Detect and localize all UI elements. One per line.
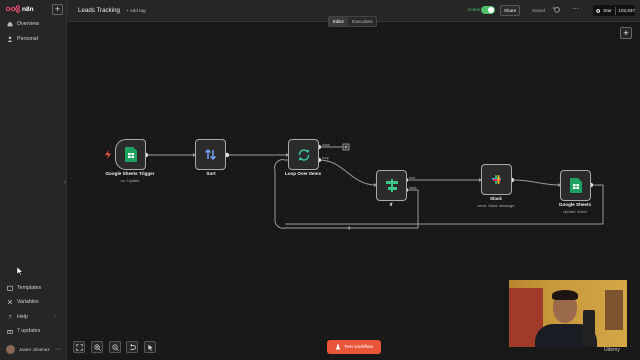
mouse-cursor-icon [17, 267, 23, 275]
node-subtitle: on: Update [120, 178, 140, 183]
undo-icon [129, 343, 136, 350]
arrow-head [347, 226, 350, 230]
node-sort[interactable] [195, 139, 226, 170]
presenter-webcam [509, 280, 627, 347]
node-slack[interactable] [481, 164, 512, 195]
node-google-sheets-trigger[interactable] [115, 139, 146, 170]
if-branch-icon [385, 179, 398, 192]
node-label: If [389, 202, 393, 207]
node-google-sheets[interactable] [560, 170, 591, 201]
test-workflow-button[interactable]: Test workflow [327, 340, 381, 354]
n8n-editor-app: n8n + Overview Personal Templates Variab… [0, 0, 640, 360]
trigger-bolt-icon [105, 150, 111, 159]
zoom-out-button[interactable] [109, 341, 121, 353]
connection-slack-sheets [511, 179, 561, 186]
node-subtitle: send: Slack message [477, 203, 515, 208]
node-label: Loop Over Items [284, 171, 322, 176]
node-subtitle: update: sheet [563, 209, 587, 214]
test-workflow-label: Test workflow [344, 344, 373, 350]
node-label: Sort [206, 171, 216, 176]
sort-arrows-icon [205, 149, 216, 160]
zoom-out-icon [111, 343, 119, 351]
port-label-false: false [409, 186, 417, 190]
port-label-true: true [409, 176, 416, 180]
google-sheets-icon [569, 178, 582, 193]
slack-icon [492, 175, 501, 184]
node-label: Slack [489, 196, 502, 201]
tidy-up-button[interactable] [144, 341, 156, 353]
google-sheets-icon [124, 147, 137, 162]
fit-view-icon [75, 343, 83, 351]
node-if[interactable] [376, 170, 407, 201]
loop-icon [298, 148, 309, 161]
fit-view-button[interactable] [73, 341, 85, 353]
reset-zoom-button[interactable] [126, 341, 138, 353]
zoom-in-icon [93, 343, 101, 351]
node-loop-over-items[interactable] [288, 139, 319, 170]
node-label: Google Sheets [558, 202, 592, 207]
pointer-icon [147, 344, 153, 351]
flask-icon [335, 344, 341, 350]
port-label-done: done [322, 143, 330, 147]
udemy-watermark: Udemy [604, 347, 620, 353]
port-label-loop: loop [322, 156, 329, 160]
zoom-in-button[interactable] [91, 341, 103, 353]
node-label: Google Sheets Trigger [105, 171, 155, 176]
